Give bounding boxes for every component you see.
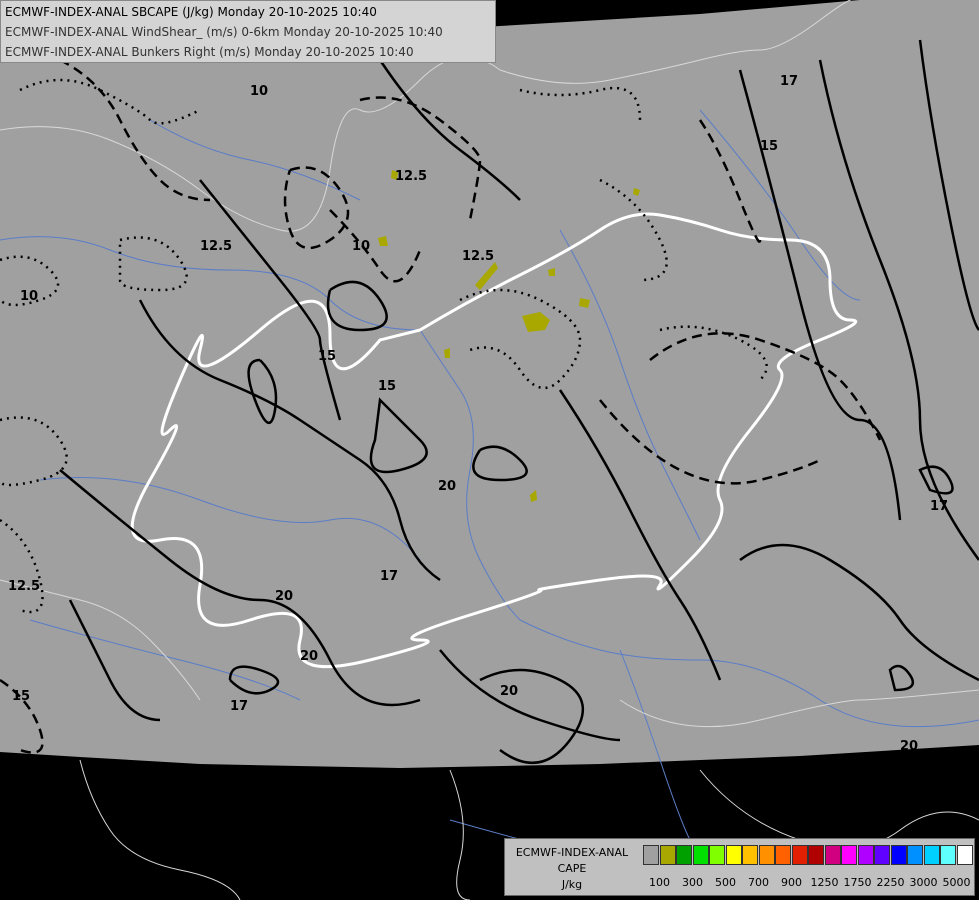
contour-label: 20: [438, 479, 456, 494]
legend-tick-label: 1750: [843, 876, 872, 889]
contour-label: 20: [300, 649, 318, 664]
contour-label: 10: [250, 84, 268, 99]
legend-tick-label: 300: [682, 876, 703, 889]
legend-tick-label: 1250: [810, 876, 839, 889]
legend-tick-label: 3000: [909, 876, 938, 889]
contour-label: 20: [900, 739, 918, 754]
contour-label: 15: [12, 689, 30, 704]
title-bunkers: ECMWF-INDEX-ANAL Bunkers Right (m/s) Mon…: [5, 45, 414, 59]
legend-swatch: [709, 845, 725, 865]
contour-label: 15: [318, 349, 336, 364]
legend-swatch: [676, 845, 692, 865]
legend-swatch: [758, 845, 775, 865]
legend-unit: J/kg: [561, 878, 583, 891]
legend-tick-label: 2250: [876, 876, 905, 889]
contour-label: 10: [20, 289, 38, 304]
legend-swatch: [841, 845, 857, 865]
legend-swatch: [643, 845, 659, 865]
legend-tick-label: 900: [781, 876, 802, 889]
legend-swatch: [890, 845, 907, 865]
contour-label: 17: [380, 569, 398, 584]
legend-swatch: [956, 845, 973, 865]
contour-label: 15: [378, 379, 396, 394]
cape-legend: ECMWF-INDEX-ANAL CAPE J/kg 100 300 500 700 9…: [504, 838, 975, 896]
legend-swatch: [923, 845, 940, 865]
legend-tick-label: 100: [649, 876, 670, 889]
contour-label: 20: [275, 589, 293, 604]
contour-label: 17: [930, 499, 948, 514]
contour-label: 10: [352, 239, 370, 254]
legend-swatch: [742, 845, 758, 865]
legend-tick-label: 500: [715, 876, 736, 889]
legend-tick-label: 700: [748, 876, 769, 889]
legend-swatch: [940, 845, 956, 865]
legend-title: ECMWF-INDEX-ANAL: [515, 846, 629, 859]
legend-tick-label: 5000: [942, 876, 971, 889]
legend-swatch: [775, 845, 791, 865]
contour-label: 15: [760, 139, 778, 154]
contour-label: 20: [500, 684, 518, 699]
contour-label: 17: [230, 699, 248, 714]
contour-label: 12.5: [200, 239, 232, 254]
legend-swatch: [808, 845, 824, 865]
legend-swatch: [659, 845, 676, 865]
weather-map: 10 12.5 15 17 20 10 12.5 15 17 20 12.5 1…: [0, 0, 979, 900]
legend-swatch: [857, 845, 874, 865]
contour-label: 12.5: [462, 249, 494, 264]
legend-swatch: [725, 845, 742, 865]
legend-variable: CAPE: [557, 862, 587, 875]
legend-swatch: [692, 845, 709, 865]
contour-label: 17: [780, 74, 798, 89]
title-windshear: ECMWF-INDEX-ANAL WindShear_ (m/s) 0-6km …: [5, 25, 443, 39]
title-box: ECMWF-INDEX-ANAL SBCAPE (J/kg) Monday 20…: [0, 0, 496, 63]
legend-swatch: [791, 845, 808, 865]
legend-swatch: [824, 845, 841, 865]
legend-swatch: [907, 845, 923, 865]
legend-swatch: [874, 845, 890, 865]
title-sbcape: ECMWF-INDEX-ANAL SBCAPE (J/kg) Monday 20…: [5, 5, 377, 19]
contour-label: 12.5: [8, 579, 40, 594]
contour-label: 12.5: [395, 169, 427, 184]
